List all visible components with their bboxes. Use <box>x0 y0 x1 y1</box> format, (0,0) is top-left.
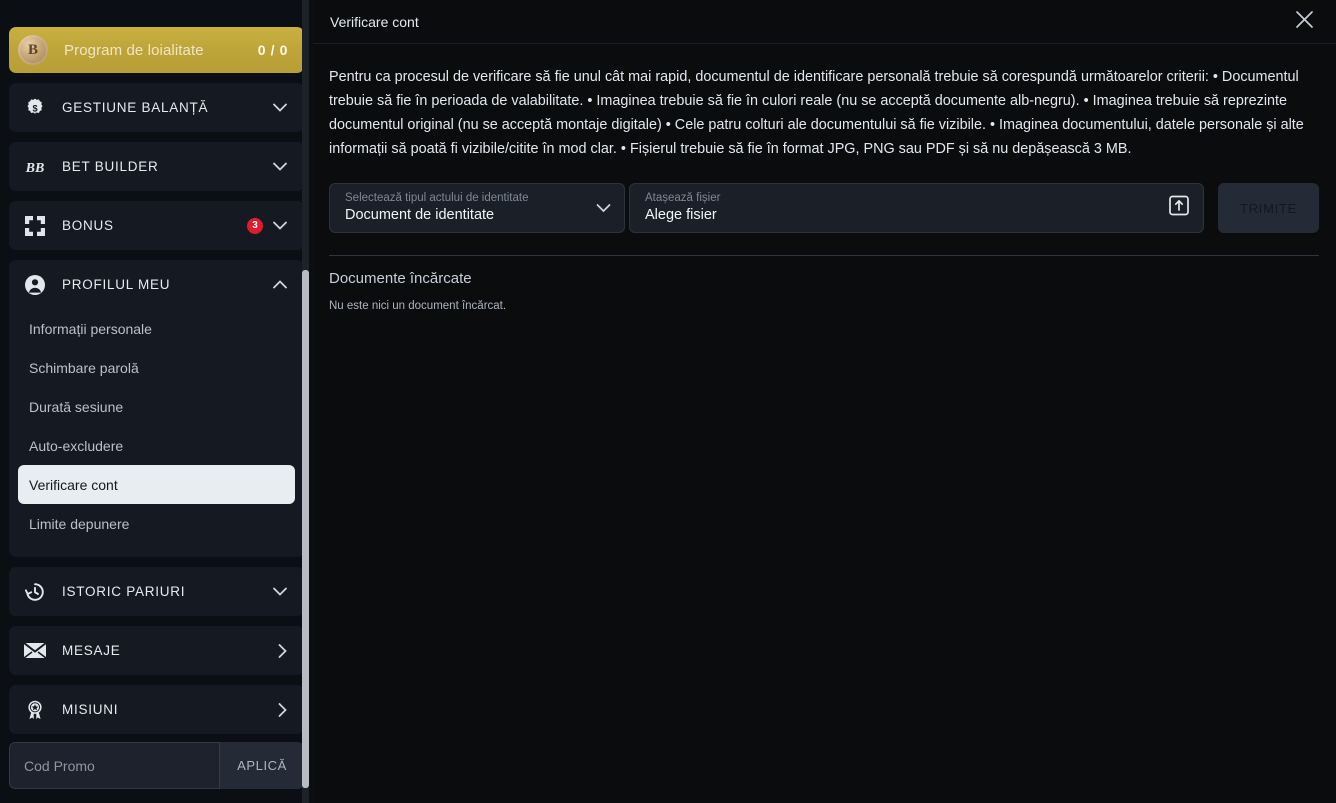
main-panel: Verificare cont Pentru ca procesul de ve… <box>313 0 1336 803</box>
sidebar-item-label: BET BUILDER <box>62 159 159 174</box>
uploaded-documents-empty: Nu este nici un document încărcat. <box>329 300 507 312</box>
upload-box-icon[interactable] <box>1169 195 1189 221</box>
sidebar-item-auto-excludere[interactable]: Auto-excludere <box>18 426 295 465</box>
bonus-gift-icon <box>23 214 47 238</box>
sidebar-item-durata-sesiune[interactable]: Durată sesiune <box>18 387 295 426</box>
sidebar-scrollbar-thumb[interactable] <box>302 270 309 788</box>
promo-code-input[interactable] <box>9 742 220 789</box>
sidebar-item-label: PROFILUL MEU <box>62 277 171 292</box>
sidebar-item-label: ISTORIC PARIURI <box>62 584 186 599</box>
sidebar-item-istoric-pariuri[interactable]: ISTORIC PARIURI <box>9 567 304 616</box>
sidebar-item-label: MISIUNI <box>62 702 119 717</box>
verification-instructions: Pentru ca procesul de verificare să fie … <box>329 69 1304 157</box>
uploaded-documents-title: Documente încărcate <box>329 270 472 287</box>
dollar-gear-icon: $ <box>23 96 47 120</box>
chevron-right-icon <box>278 643 287 658</box>
sidebar: B Program de loialitate 0 / 0 $ GESTIUNE… <box>0 0 313 803</box>
section-divider <box>329 255 1319 256</box>
document-type-value: Document de identitate <box>345 207 495 223</box>
chevron-down-icon <box>273 162 287 171</box>
user-circle-icon <box>23 273 47 297</box>
sidebar-item-bonus[interactable]: BONUS 3 <box>9 201 304 250</box>
document-type-label: Selectează tipul actului de identitate <box>345 192 529 204</box>
chevron-right-icon <box>278 702 287 717</box>
bonus-count-badge: 3 <box>247 217 263 234</box>
sidebar-item-label: MESAJE <box>62 643 121 658</box>
svg-text:$: $ <box>32 103 37 113</box>
file-attach-field[interactable]: Atașează fișier Alege fisier <box>629 183 1204 233</box>
chevron-down-icon <box>273 221 287 230</box>
sidebar-group-profilul-meu: PROFILUL MEU Informații personale Schimb… <box>9 260 304 557</box>
sidebar-item-mesaje[interactable]: MESAJE <box>9 626 304 675</box>
promo-code-row: APLICĂ <box>9 742 304 789</box>
sidebar-item-label: GESTIUNE BALANȚĂ <box>62 100 209 115</box>
document-type-select[interactable]: Selectează tipul actului de identitate D… <box>329 183 625 233</box>
sidebar-item-bet-builder[interactable]: BB BET BUILDER <box>9 142 304 191</box>
file-attach-label: Atașează fișier <box>645 192 721 204</box>
sidebar-item-label: BONUS <box>62 218 114 233</box>
submit-button[interactable]: TRIMITE <box>1218 183 1319 233</box>
main-header: Verificare cont <box>313 0 1336 44</box>
sidebar-item-informatii-personale[interactable]: Informații personale <box>18 309 295 348</box>
sidebar-item-verificare-cont[interactable]: Verificare cont <box>18 465 295 504</box>
sidebar-item-profilul-meu[interactable]: PROFILUL MEU <box>9 260 304 309</box>
sidebar-item-gestiune-balanta[interactable]: $ GESTIUNE BALANȚĂ <box>9 83 304 132</box>
history-clock-icon <box>23 580 47 604</box>
close-icon[interactable] <box>1291 8 1318 35</box>
sidebar-item-schimbare-parola[interactable]: Schimbare parolă <box>18 348 295 387</box>
sidebar-item-limite-depunere[interactable]: Limite depunere <box>18 504 295 543</box>
loyalty-program-banner[interactable]: B Program de loialitate 0 / 0 <box>9 27 304 73</box>
sidebar-item-misiuni[interactable]: MISIUNI <box>9 685 304 734</box>
loyalty-points-count: 0 / 0 <box>257 42 288 58</box>
bet-builder-icon: BB <box>23 155 47 179</box>
page-title: Verificare cont <box>330 13 419 30</box>
envelope-icon <box>23 639 47 663</box>
chevron-up-icon <box>273 280 287 289</box>
loyalty-program-label: Program de loialitate <box>64 41 204 59</box>
file-attach-value: Alege fisier <box>645 207 717 223</box>
account-verification-screen: B Program de loialitate 0 / 0 $ GESTIUNE… <box>0 0 1336 803</box>
apply-promo-button[interactable]: APLICĂ <box>220 742 304 789</box>
loyalty-medal-icon: B <box>18 35 48 65</box>
medal-star-icon <box>23 698 47 722</box>
chevron-down-icon <box>596 201 611 216</box>
verification-form: Selectează tipul actului de identitate D… <box>329 183 1319 233</box>
main-body: Pentru ca procesul de verificare să fie … <box>313 44 1336 312</box>
chevron-down-icon <box>273 103 287 112</box>
svg-text:BB: BB <box>25 161 45 176</box>
chevron-down-icon <box>273 587 287 596</box>
